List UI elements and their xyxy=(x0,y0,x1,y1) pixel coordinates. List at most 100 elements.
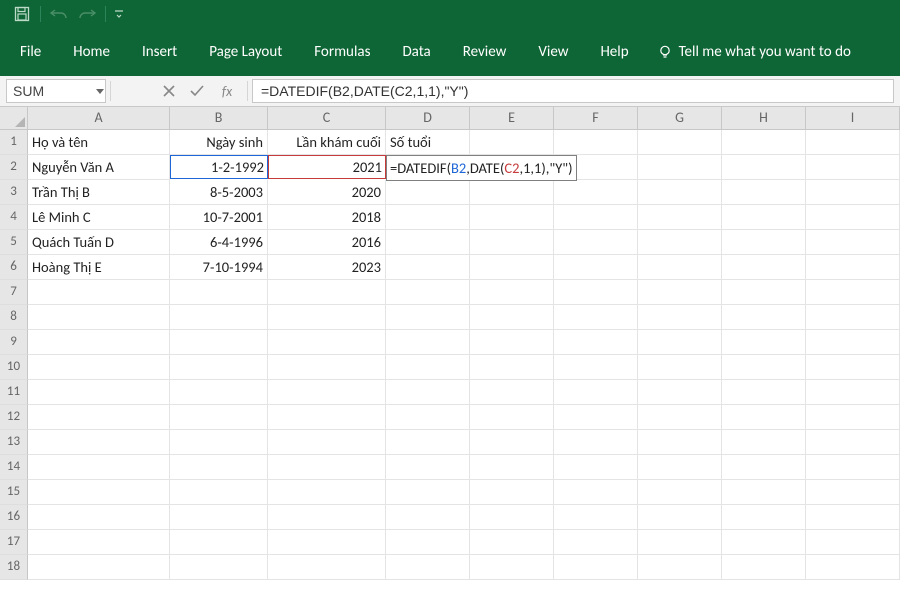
cell-D2[interactable]: =DATEDIF(B2,DATE(C2,1,1),"Y") xyxy=(386,155,470,179)
cell-H4[interactable] xyxy=(722,205,806,230)
cell-A8[interactable] xyxy=(28,305,170,330)
cell-E11[interactable] xyxy=(470,380,554,405)
cell-H7[interactable] xyxy=(722,280,806,305)
cell-I10[interactable] xyxy=(806,355,900,380)
row-header-14[interactable]: 14 xyxy=(0,455,28,480)
cell-E9[interactable] xyxy=(470,330,554,355)
cell-A15[interactable] xyxy=(28,480,170,505)
cell-A3[interactable]: Trần Thị B xyxy=(28,180,170,205)
tab-home[interactable]: Home xyxy=(57,28,126,76)
cell-I4[interactable] xyxy=(806,205,900,230)
cell-B11[interactable] xyxy=(170,380,268,405)
row-header-16[interactable]: 16 xyxy=(0,505,28,530)
undo-icon[interactable] xyxy=(45,0,73,28)
cell-F7[interactable] xyxy=(554,280,638,305)
cell-H6[interactable] xyxy=(722,255,806,280)
cell-F11[interactable] xyxy=(554,380,638,405)
cell-C3[interactable]: 2020 xyxy=(268,180,386,205)
cell-E10[interactable] xyxy=(470,355,554,380)
cell-D3[interactable] xyxy=(386,180,470,205)
cell-D11[interactable] xyxy=(386,380,470,405)
cell-C13[interactable] xyxy=(268,430,386,455)
enter-formula-button[interactable] xyxy=(183,76,211,106)
row-header-1[interactable]: 1 xyxy=(0,130,28,155)
cell-I5[interactable] xyxy=(806,230,900,255)
cell-D13[interactable] xyxy=(386,430,470,455)
cell-I13[interactable] xyxy=(806,430,900,455)
cell-B13[interactable] xyxy=(170,430,268,455)
cell-E5[interactable] xyxy=(470,230,554,255)
cell-C6[interactable]: 2023 xyxy=(268,255,386,280)
column-header-H[interactable]: H xyxy=(722,107,806,130)
cell-I17[interactable] xyxy=(806,530,900,555)
row-header-3[interactable]: 3 xyxy=(0,180,28,205)
cell-D6[interactable] xyxy=(386,255,470,280)
row-header-7[interactable]: 7 xyxy=(0,280,28,305)
select-all-corner[interactable] xyxy=(0,107,28,130)
cell-B10[interactable] xyxy=(170,355,268,380)
cell-D1[interactable]: Số tuổi xyxy=(386,130,470,155)
cell-G1[interactable] xyxy=(638,130,722,155)
tab-formulas[interactable]: Formulas xyxy=(298,28,386,76)
cell-D15[interactable] xyxy=(386,480,470,505)
cell-G15[interactable] xyxy=(638,480,722,505)
cell-C10[interactable] xyxy=(268,355,386,380)
cell-D17[interactable] xyxy=(386,530,470,555)
cell-E18[interactable] xyxy=(470,555,554,580)
cell-D7[interactable] xyxy=(386,280,470,305)
cell-E17[interactable] xyxy=(470,530,554,555)
column-header-F[interactable]: F xyxy=(554,107,638,130)
cell-F4[interactable] xyxy=(554,205,638,230)
cell-B16[interactable] xyxy=(170,505,268,530)
cell-D18[interactable] xyxy=(386,555,470,580)
row-header-2[interactable]: 2 xyxy=(0,155,28,180)
cell-G16[interactable] xyxy=(638,505,722,530)
cell-H9[interactable] xyxy=(722,330,806,355)
cell-C12[interactable] xyxy=(268,405,386,430)
cell-H1[interactable] xyxy=(722,130,806,155)
cell-G13[interactable] xyxy=(638,430,722,455)
cell-C4[interactable]: 2018 xyxy=(268,205,386,230)
cell-H11[interactable] xyxy=(722,380,806,405)
cell-I8[interactable] xyxy=(806,305,900,330)
cell-A16[interactable] xyxy=(28,505,170,530)
tab-review[interactable]: Review xyxy=(447,28,523,76)
name-box-input[interactable] xyxy=(7,83,95,99)
cell-A7[interactable] xyxy=(28,280,170,305)
cell-A1[interactable]: Họ và tên xyxy=(28,130,170,155)
cell-E16[interactable] xyxy=(470,505,554,530)
cell-C1[interactable]: Lần khám cuối xyxy=(268,130,386,155)
cell-F15[interactable] xyxy=(554,480,638,505)
cell-F12[interactable] xyxy=(554,405,638,430)
cell-H17[interactable] xyxy=(722,530,806,555)
cell-B18[interactable] xyxy=(170,555,268,580)
cell-G8[interactable] xyxy=(638,305,722,330)
cancel-formula-button[interactable] xyxy=(155,76,183,106)
cell-H18[interactable] xyxy=(722,555,806,580)
cell-C11[interactable] xyxy=(268,380,386,405)
column-header-E[interactable]: E xyxy=(470,107,554,130)
row-header-6[interactable]: 6 xyxy=(0,255,28,280)
column-header-I[interactable]: I xyxy=(806,107,900,130)
tab-insert[interactable]: Insert xyxy=(126,28,193,76)
redo-icon[interactable] xyxy=(73,0,101,28)
cell-F8[interactable] xyxy=(554,305,638,330)
editing-formula[interactable]: =DATEDIF(B2,DATE(C2,1,1),"Y") xyxy=(386,155,577,181)
column-header-B[interactable]: B xyxy=(170,107,268,130)
cell-F16[interactable] xyxy=(554,505,638,530)
cell-D14[interactable] xyxy=(386,455,470,480)
cell-A6[interactable]: Hoàng Thị E xyxy=(28,255,170,280)
cell-B9[interactable] xyxy=(170,330,268,355)
cell-G11[interactable] xyxy=(638,380,722,405)
cell-B17[interactable] xyxy=(170,530,268,555)
row-header-8[interactable]: 8 xyxy=(0,305,28,330)
cell-E14[interactable] xyxy=(470,455,554,480)
cell-H14[interactable] xyxy=(722,455,806,480)
cell-F17[interactable] xyxy=(554,530,638,555)
name-box-dropdown[interactable] xyxy=(95,89,105,94)
spreadsheet[interactable]: ABCDEFGHI1Họ và tênNgày sinhLần khám cuố… xyxy=(0,107,900,600)
tab-file[interactable]: File xyxy=(4,28,57,76)
row-header-18[interactable]: 18 xyxy=(0,555,28,580)
cell-B1[interactable]: Ngày sinh xyxy=(170,130,268,155)
cell-B6[interactable]: 7-10-1994 xyxy=(170,255,268,280)
